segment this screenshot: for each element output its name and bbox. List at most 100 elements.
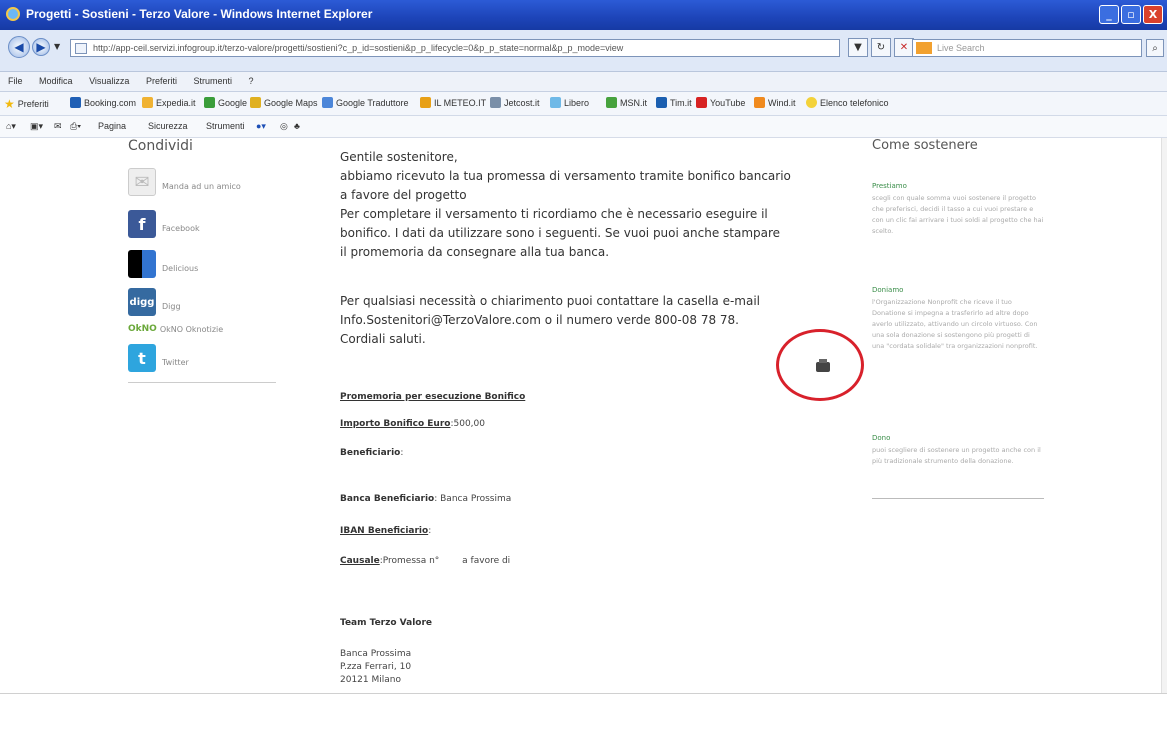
feeds-icon[interactable]: ▣▾: [30, 121, 43, 132]
highlight-circle: [776, 329, 864, 401]
contact-email-line: Info.Sostenitori@TerzoValore.com o il nu…: [340, 313, 739, 327]
fav-tim[interactable]: Tim.it: [656, 97, 692, 108]
booking-icon: [70, 97, 81, 108]
google-icon: [204, 97, 215, 108]
oknotizie-icon: OkNO: [128, 324, 157, 334]
menu-file[interactable]: File: [0, 72, 29, 86]
search-placeholder: Live Search: [937, 43, 985, 53]
team-signature: Team Terzo Valore: [340, 618, 433, 628]
support-section-doniamo: Doniamo l'Organizzazione Nonprofit che r…: [872, 286, 1044, 352]
iban-row: IBAN Beneficiario:: [340, 526, 432, 536]
research-icon[interactable]: ◎: [280, 121, 288, 132]
fav-msn[interactable]: MSN.it: [606, 97, 647, 108]
home-icon[interactable]: ⌂▾: [6, 121, 16, 132]
maximize-button[interactable]: ▫: [1121, 5, 1141, 24]
ilmeteo-icon: [420, 97, 431, 108]
fav-libero[interactable]: Libero: [550, 97, 589, 108]
search-input[interactable]: Live Search: [912, 39, 1142, 57]
menu-preferiti[interactable]: Preferiti: [138, 72, 183, 86]
vertical-scrollbar[interactable]: [1161, 138, 1167, 693]
menu-modifica[interactable]: Modifica: [31, 72, 79, 86]
address-bar[interactable]: http://app-ceil.servizi.infogroup.it/ter…: [70, 39, 840, 57]
phonebook-icon: [806, 97, 817, 108]
support-divider: [872, 498, 1044, 499]
fav-booking[interactable]: Booking.com: [70, 97, 136, 108]
refresh-icon: ↻: [876, 42, 886, 53]
tools-menu[interactable]: Strumenti: [206, 121, 245, 131]
search-button[interactable]: ⌕: [1146, 39, 1164, 57]
messenger-icon[interactable]: ♣: [294, 121, 300, 131]
beneficiario-row: Beneficiario:: [340, 448, 404, 458]
msn-icon: [606, 97, 617, 108]
security-menu[interactable]: Sicurezza: [148, 121, 188, 131]
forward-arrow-icon: ▶: [36, 40, 46, 54]
minimize-button[interactable]: _: [1099, 5, 1119, 24]
favorites-label: Preferiti: [17, 99, 49, 109]
fav-expedia[interactable]: Expedia.it: [142, 97, 196, 108]
fav-elenco[interactable]: Elenco telefonico: [806, 97, 889, 108]
window-title: Progetti - Sostieni - Terzo Valore - Win…: [26, 7, 373, 21]
address-row: ◀ ▶ ▼ http://app-ceil.servizi.infogroup.…: [0, 30, 1167, 72]
share-facebook[interactable]: f Facebook: [128, 210, 200, 238]
favorites-bar: ★ Preferiti Booking.com Expedia.it Googl…: [0, 92, 1167, 116]
page-icon: [75, 43, 87, 54]
back-button[interactable]: ◀: [8, 36, 30, 58]
address-url: http://app-ceil.servizi.infogroup.it/ter…: [93, 43, 624, 53]
print-toolbar-icon[interactable]: ⎙▾: [70, 121, 81, 132]
star-icon: ★: [4, 97, 15, 111]
forward-button[interactable]: ▶: [32, 38, 50, 56]
share-divider: [128, 382, 276, 383]
status-area: [0, 694, 1167, 736]
history-dropdown-icon[interactable]: ▼: [54, 42, 60, 51]
support-link-dono[interactable]: Dono: [872, 434, 1044, 442]
google-maps-icon: [250, 97, 261, 108]
fav-google-traduttore[interactable]: Google Traduttore: [322, 97, 409, 108]
command-bar: ⌂▾ ▣▾ ✉ ⎙▾ Pagina Sicurezza Strumenti ●▾…: [0, 116, 1167, 138]
how-to-support-title: Come sostenere: [872, 138, 978, 153]
share-panel: Condividi ✉ Manda ad un amico f Facebook…: [128, 138, 276, 383]
page-content: Condividi ✉ Manda ad un amico f Facebook…: [0, 138, 1167, 693]
fav-jetcost[interactable]: Jetcost.it: [490, 97, 540, 108]
menu-strumenti[interactable]: Strumenti: [185, 72, 238, 86]
fav-ilmeteo[interactable]: IL METEO.IT: [420, 97, 486, 108]
support-section-dono: Dono puoi scegliere di sostenere un prog…: [872, 434, 1044, 467]
mail-icon: ✉: [128, 168, 156, 196]
help-icon[interactable]: ●▾: [256, 121, 266, 132]
menu-visualizza[interactable]: Visualizza: [81, 72, 135, 86]
page-menu[interactable]: Pagina: [98, 121, 126, 131]
jetcost-icon: [490, 97, 501, 108]
wind-icon: [754, 97, 765, 108]
fav-google[interactable]: Google: [204, 97, 247, 108]
close-button[interactable]: X: [1143, 5, 1163, 24]
window-controls: _ ▫ X: [1099, 5, 1163, 24]
address-tools: ▼ ↻ ✕: [848, 38, 914, 57]
search-icon: ⌕: [1152, 42, 1158, 54]
address-dropdown-button[interactable]: ▼: [848, 38, 868, 57]
fav-youtube[interactable]: YouTube: [696, 97, 745, 108]
menu-bar: File Modifica Visualizza Preferiti Strum…: [0, 72, 1167, 92]
youtube-icon: [696, 97, 707, 108]
causale-row: Causale:Promessa n° a favore di: [340, 556, 511, 566]
twitter-icon: t: [128, 344, 156, 372]
expedia-icon: [142, 97, 153, 108]
stop-button[interactable]: ✕: [894, 38, 914, 57]
fav-google-maps[interactable]: Google Maps: [250, 97, 318, 108]
mail-icon[interactable]: ✉: [54, 121, 62, 132]
ie-logo-icon: [6, 7, 20, 21]
stop-icon: ✕: [899, 42, 909, 53]
share-digg[interactable]: digg Digg: [128, 288, 181, 316]
fav-wind[interactable]: Wind.it: [754, 97, 796, 108]
share-email[interactable]: ✉ Manda ad un amico: [128, 168, 241, 196]
support-link-doniamo[interactable]: Doniamo: [872, 286, 1044, 294]
share-delicious[interactable]: Delicious: [128, 250, 198, 278]
menu-help[interactable]: ?: [241, 72, 260, 86]
share-oknotizie[interactable]: OkNO OkNO Oknotizie: [128, 316, 223, 334]
title-bar: Progetti - Sostieni - Terzo Valore - Win…: [0, 0, 1167, 30]
importo-row: Importo Bonifico Euro:500,00: [340, 419, 485, 429]
share-twitter[interactable]: t Twitter: [128, 344, 189, 372]
contact-message: Per qualsiasi necessità o chiarimento pu…: [340, 292, 820, 349]
refresh-button[interactable]: ↻: [871, 38, 891, 57]
favorites-button[interactable]: ★ Preferiti: [4, 97, 49, 111]
how-to-support-panel: Come sostenere Prestiamo scegli con qual…: [872, 138, 1047, 499]
support-link-prestiamo[interactable]: Prestiamo: [872, 182, 1044, 190]
